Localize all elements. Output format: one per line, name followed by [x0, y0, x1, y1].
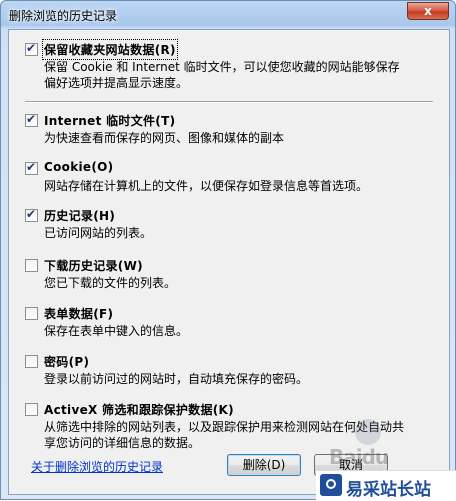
checkbox-cookies[interactable]: [25, 160, 38, 175]
watermark-site-banner: 易采站长站: [316, 470, 456, 501]
option-label[interactable]: 下载历史记录(W): [44, 257, 143, 274]
option-label[interactable]: 保留收藏夹网站数据(R): [42, 39, 178, 60]
option-label[interactable]: Cookie(O): [44, 160, 113, 174]
title-bar[interactable]: 删除浏览的历史记录 x: [1, 1, 455, 29]
option-description: 为快速查看而保存的网页、图像和媒体的副本: [44, 131, 285, 145]
option-form-data: 表单数据(F) 保存在表单中键入的信息。: [25, 306, 444, 339]
checkbox-download-history[interactable]: [25, 259, 38, 272]
checkbox-activex-filtering[interactable]: [25, 403, 38, 416]
option-description: 已访问网站的列表。: [44, 226, 153, 240]
checkbox-history[interactable]: [25, 207, 38, 222]
checkbox-temp-files[interactable]: [25, 112, 38, 127]
separator: [25, 101, 433, 103]
close-button[interactable]: x: [407, 2, 449, 20]
option-label[interactable]: ActiveX 筛选和跟踪保护数据(K): [44, 401, 234, 418]
option-label[interactable]: 历史记录(H): [44, 207, 115, 224]
option-description: 保存在表单中键入的信息。: [44, 324, 189, 338]
option-label[interactable]: 表单数据(F): [44, 305, 113, 322]
option-download-history: 下载历史记录(W) 您已下载的文件的列表。: [25, 258, 444, 291]
dialog-content: 保留收藏夹网站数据(R) 保留 Cookie 和 Internet 临时文件，可…: [8, 29, 450, 495]
watermark-paw-icon: [355, 419, 381, 445]
option-temp-files: Internet 临时文件(T) 为快速查看而保存的网页、图像和媒体的副本: [25, 112, 444, 146]
option-preserve-favorites: 保留收藏夹网站数据(R) 保留 Cookie 和 Internet 临时文件，可…: [25, 39, 444, 91]
option-label[interactable]: Internet 临时文件(T): [44, 112, 175, 129]
watermark-site-name: 易采站长站: [346, 480, 431, 500]
dialog-window: 删除浏览的历史记录 x 保留收藏夹网站数据(R) 保留 Cookie 和 Int…: [0, 0, 456, 500]
checkbox-form-data[interactable]: [25, 307, 38, 320]
option-description: 您已下载的文件的列表。: [44, 276, 177, 290]
delete-button[interactable]: 删除(D): [227, 454, 301, 476]
option-label[interactable]: 密码(P): [44, 353, 89, 370]
checkbox-passwords[interactable]: [25, 355, 38, 368]
option-description: 保留 Cookie 和 Internet 临时文件，可以使您收藏的网站能够保存 …: [44, 60, 400, 90]
option-description: 网站存储在计算机上的文件，以便保存如登录信息等首选项。: [44, 179, 369, 193]
about-delete-history-link[interactable]: 关于删除浏览的历史记录: [31, 458, 163, 475]
site-logo-icon: [320, 474, 342, 496]
option-description: 登录以前访问过的网站时，自动填充保存的密码。: [44, 372, 309, 386]
option-history: 历史记录(H) 已访问网站的列表。: [25, 207, 444, 241]
window-title: 删除浏览的历史记录: [9, 9, 118, 23]
checkbox-preserve-favorites[interactable]: [25, 41, 38, 56]
option-activex-filtering: ActiveX 筛选和跟踪保护数据(K) 从筛选中排除的网站列表，以及跟踪保护用…: [25, 402, 444, 451]
watermark-baidu: Baidu: [329, 445, 389, 469]
option-passwords: 密码(P) 登录以前访问过的网站时，自动填充保存的密码。: [25, 354, 444, 387]
option-cookies: Cookie(O) 网站存储在计算机上的文件，以便保存如登录信息等首选项。: [25, 160, 444, 194]
